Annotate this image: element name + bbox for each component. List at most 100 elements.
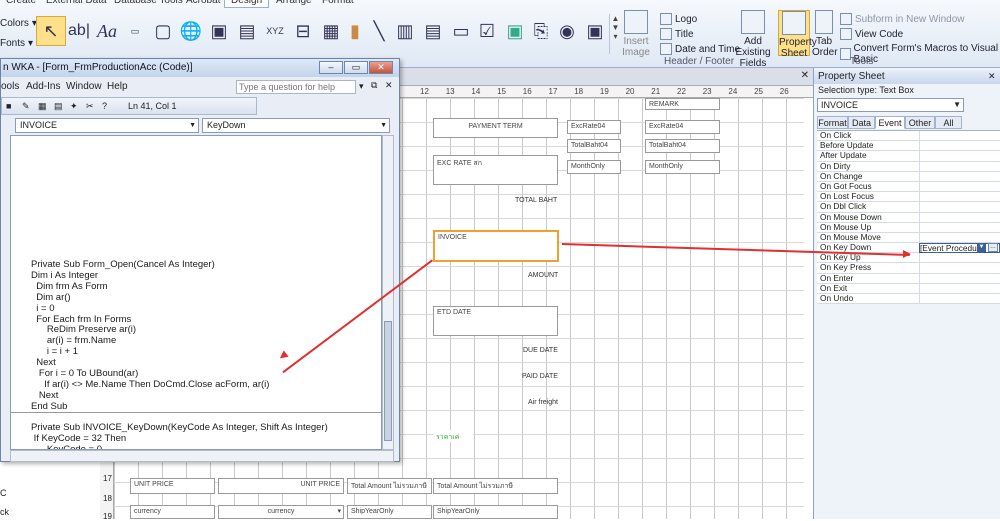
property-value[interactable] [919,151,1000,162]
maximize-button[interactable]: ▭ [344,61,368,74]
list-box-icon[interactable]: ▤ [418,16,448,46]
code-horizontal-scrollbar[interactable] [10,450,394,462]
minimize-button[interactable]: ‒ [319,61,343,74]
toolbox-icon[interactable]: ✂ [86,98,94,114]
property-value[interactable] [919,192,1000,203]
ps-tab-event[interactable]: Event [875,116,905,129]
add-existing-fields-button[interactable]: Add Existing Fields [730,10,776,69]
tab-create[interactable]: Create [0,0,42,8]
option-group-icon[interactable]: XYZ [260,16,290,46]
code-editor[interactable]: Private Sub Form_Open(Cancel As Integer)… [10,135,382,450]
help-search-input[interactable]: Type a question for help [236,80,356,94]
exc-rate-field[interactable]: EXC RATE สก [433,155,558,185]
invoice-textbox[interactable]: INVOICE [433,230,559,262]
property-value[interactable] [919,253,1000,264]
builder-button[interactable]: … [988,243,998,253]
object-browser-icon[interactable]: ✦ [70,98,78,114]
close-button[interactable]: ✕ [369,61,393,74]
procedure-combo[interactable]: KeyDown ▼ [202,118,390,133]
total-amount-1[interactable]: Total Amount ไม่รวมภาษี [347,478,432,494]
object-combo[interactable]: INVOICE ▼ [15,118,199,133]
hyperlink-icon[interactable]: 🌐 [176,16,206,46]
menu-tools[interactable]: ools [1,79,19,95]
page-break-icon[interactable]: ⊟ [288,16,318,46]
close-icon[interactable]: ✕ [988,71,996,82]
property-row[interactable]: On Undo [817,293,1000,305]
tab-database-tools[interactable]: Database Tools [108,0,189,8]
ship-year-2[interactable]: ShipYearOnly [433,505,558,519]
tab-order-button[interactable]: Tab Order [812,10,838,58]
close-icon[interactable]: ✕ [801,70,809,81]
property-row[interactable]: On Dbl Click [817,202,1000,213]
tab-format[interactable]: Format [316,0,360,8]
check-box-icon[interactable]: ☑ [472,16,502,46]
subform-new-window-button[interactable]: Subform in New Window [840,13,964,25]
property-sheet-button[interactable]: Property Sheet [778,10,817,59]
logo-button[interactable]: Logo [660,13,697,25]
ps-tab-other[interactable]: Other [905,116,935,129]
etd-date-field[interactable]: ETD DATE [433,306,558,336]
chevron-down-icon[interactable]: ▾ [337,507,341,515]
unit-price-left[interactable]: UNIT PRICE [130,478,215,494]
title-button[interactable]: Title [660,28,694,40]
ps-tab-format[interactable]: Format [817,116,848,129]
ps-tab-all[interactable]: All [935,116,962,129]
subform-icon[interactable]: ▣ [580,16,610,46]
property-value[interactable] [919,171,1000,182]
option-button-icon[interactable]: ◉ [552,16,582,46]
ship-year-1[interactable]: ShipYearOnly [347,505,432,519]
property-value[interactable] [919,294,1000,304]
total-amount-2[interactable]: Total Amount ไม่รวมภาษี [433,478,558,494]
property-value[interactable] [919,131,1000,141]
toggle-button-icon[interactable]: ▥ [390,16,420,46]
select-pointer-icon[interactable]: ↖ [36,16,66,46]
selection-combo[interactable]: INVOICE ▼ [817,98,964,112]
close-icon[interactable]: ✕ [385,80,393,91]
tab-acrobat[interactable]: Acrobat [180,0,226,8]
tab-arrange[interactable]: Arrange [270,0,318,8]
help-icon[interactable]: ? [102,98,107,114]
total-baht04-field-b[interactable]: TotalBaht04 [645,139,720,153]
property-value[interactable] [919,263,1000,274]
menu-window[interactable]: Window [66,79,102,95]
property-value[interactable] [919,161,1000,172]
property-value[interactable] [919,222,1000,233]
month-only-field-b[interactable]: MonthOnly [645,160,720,174]
controls-gallery-scroll[interactable]: ▲ ▼ ▾ [609,14,621,54]
properties-icon[interactable]: ▤ [54,98,63,114]
ps-tab-data[interactable]: Data [848,116,875,129]
design-icon[interactable]: ✎ [22,98,30,114]
exc-rate04-field-a[interactable]: ExcRate04 [567,120,621,134]
property-value[interactable] [919,283,1000,294]
tab-design[interactable]: Design [224,0,270,8]
total-baht04-field-a[interactable]: TotalBaht04 [567,139,621,153]
exc-rate04-field-b[interactable]: ExcRate04 [645,120,720,134]
restore-icon[interactable]: ⧉ [371,80,377,91]
menu-add-ins[interactable]: Add-Ins [26,79,60,95]
chevron-down-icon[interactable]: ▼ [977,243,986,253]
property-value[interactable] [919,141,1000,152]
text-box-icon[interactable]: ab| [64,16,94,46]
chevron-down-icon[interactable]: ▾ [359,81,364,92]
unit-price-right[interactable]: UNIT PRICE [218,478,344,494]
property-value[interactable] [919,181,1000,192]
property-value[interactable] [919,273,1000,284]
button-control-icon[interactable]: ▭ [120,16,150,46]
property-value[interactable] [919,232,1000,243]
date-time-button[interactable]: Date and Time [660,43,740,55]
label-icon[interactable]: Aa [92,16,122,46]
remark-field[interactable]: REMARK [645,98,720,110]
project-explorer-icon[interactable]: ▦ [38,98,47,114]
view-code-button[interactable]: View Code [840,28,903,40]
property-value[interactable] [919,202,1000,213]
tab-control-icon[interactable]: ▢ [148,16,178,46]
save-icon[interactable]: ■ [6,98,11,114]
web-browser-icon[interactable]: ▣ [204,16,234,46]
currency-2[interactable]: currency ▾ [218,505,344,519]
insert-image-button[interactable]: Insert Image [622,10,650,58]
scroll-thumb[interactable] [384,321,392,441]
payment-term-field[interactable]: PAYMENT TERM [433,118,558,138]
currency-1[interactable]: currency [130,505,215,519]
month-only-field-a[interactable]: MonthOnly [567,160,621,174]
menu-help[interactable]: Help [107,79,128,95]
